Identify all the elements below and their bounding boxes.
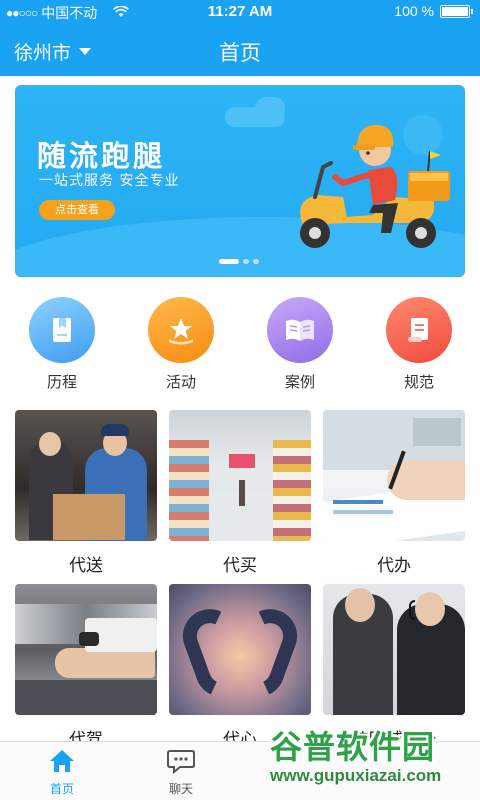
status-bar: ●●○○○ 中国不动 11:27 AM 100 % <box>0 0 480 24</box>
category-history[interactable]: 历程 <box>22 297 102 392</box>
category-label: 案例 <box>284 373 315 391</box>
tab-label: 首页 <box>49 782 74 796</box>
signing-document-photo <box>323 410 465 541</box>
open-book-icon <box>267 297 333 363</box>
service-tile-delivery[interactable]: 代送 <box>15 410 157 576</box>
delivery-photo <box>15 410 157 541</box>
category-label: 活动 <box>165 373 196 391</box>
service-label: 代办 <box>377 556 411 576</box>
service-label: 代买 <box>223 556 257 576</box>
supermarket-photo <box>169 410 311 541</box>
call-center-photo <box>323 584 465 715</box>
carousel-dot[interactable] <box>253 259 259 264</box>
status-right: 100 % <box>394 3 473 19</box>
battery-icon <box>440 4 473 18</box>
category-cases[interactable]: 案例 <box>260 297 340 392</box>
chat-icon <box>141 748 221 776</box>
scooter-courier-illustration <box>300 124 450 248</box>
heart-hands-photo <box>169 584 311 715</box>
star-icon <box>148 297 214 363</box>
home-icon <box>22 748 102 776</box>
promo-banner[interactable]: 随流跑腿 一站式服务 安全专业 点击查看 <box>15 85 465 277</box>
page-title: 首页 <box>219 41 261 65</box>
book-icon <box>29 297 95 363</box>
service-tile-buy[interactable]: 代买 <box>169 410 311 576</box>
category-label: 规范 <box>403 373 434 391</box>
carousel-indicator[interactable] <box>219 259 259 264</box>
category-row: 历程 活动 案例 规范 <box>0 297 480 392</box>
scroll-icon <box>386 297 452 363</box>
tab-home[interactable]: 首页 <box>22 748 102 797</box>
battery-percent: 100 % <box>394 3 434 19</box>
watermark-url: www.gupuxiazai.com <box>270 766 442 785</box>
banner-view-button[interactable]: 点击查看 <box>39 200 115 220</box>
service-label: 代送 <box>69 556 103 576</box>
carousel-dot-active[interactable] <box>219 259 239 264</box>
tab-label: 聊天 <box>168 782 193 796</box>
category-label: 历程 <box>46 373 77 391</box>
banner-title: 随流跑腿 <box>37 139 166 173</box>
site-watermark: 谷普软件园 www.gupuxiazai.com <box>262 718 480 800</box>
car-key-photo <box>15 584 157 715</box>
service-tile-driving[interactable]: 代驾 <box>15 584 157 750</box>
watermark-title: 谷普软件园 <box>270 728 436 766</box>
banner-subtitle: 一站式服务 安全专业 <box>39 173 180 189</box>
top-navbar: 徐州市 首页 <box>0 24 480 76</box>
tab-chat[interactable]: 聊天 <box>141 748 221 797</box>
service-tile-errand[interactable]: 代办 <box>323 410 465 576</box>
category-activity[interactable]: 活动 <box>141 297 221 392</box>
carousel-dot[interactable] <box>243 259 249 264</box>
category-rules[interactable]: 规范 <box>379 297 459 392</box>
